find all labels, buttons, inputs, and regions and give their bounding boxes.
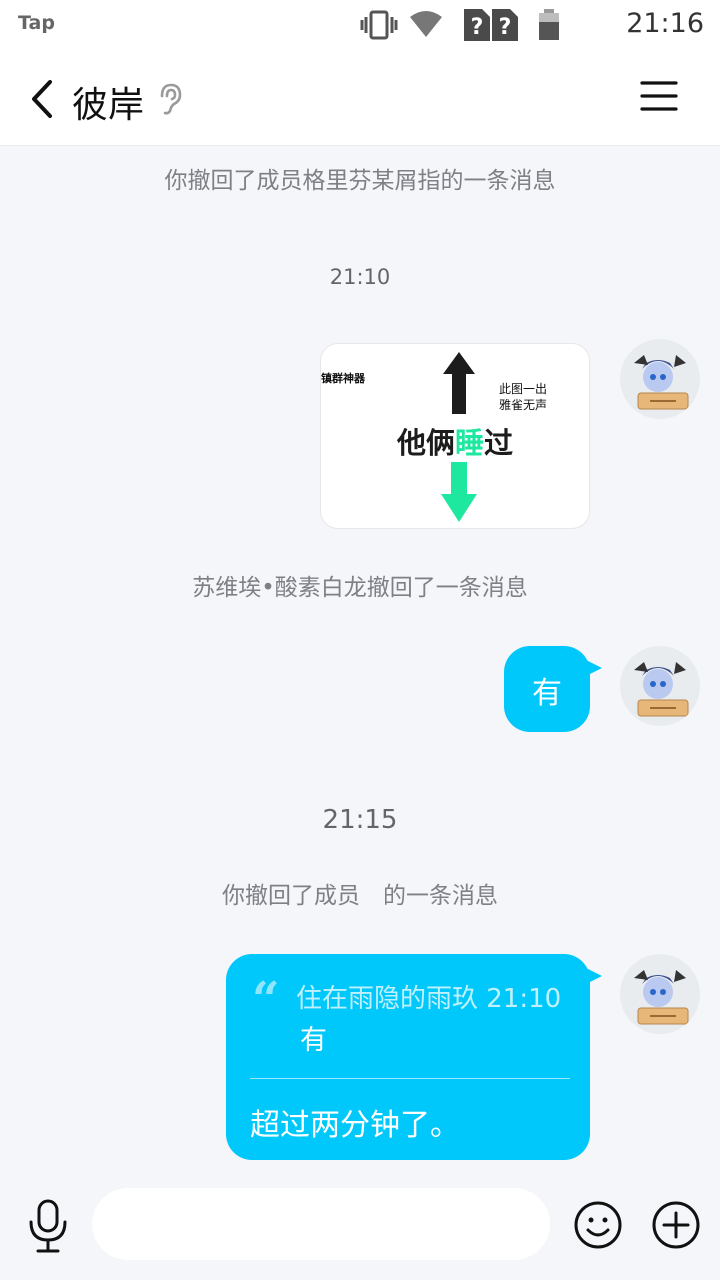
meme-center-a: 他俩: [397, 426, 456, 460]
status-bar: Tap ? ? 21:16: [0, 0, 720, 50]
bubble-tail: [586, 968, 602, 984]
system-notice: 苏维埃•酸素白龙撤回了一条消息: [192, 575, 528, 601]
meme-text-top-left: 镇群神器: [321, 372, 365, 385]
plus-icon[interactable]: [651, 1200, 701, 1250]
emoji-icon[interactable]: [573, 1200, 623, 1250]
message-input[interactable]: [92, 1188, 550, 1260]
svg-text:?: ?: [499, 15, 512, 40]
message-bubble[interactable]: 有: [504, 646, 602, 732]
system-notice: 你撤回了成员 的一条消息: [222, 883, 498, 909]
status-app-label: Tap: [18, 12, 55, 34]
sim-unknown-icon: ?: [464, 9, 490, 41]
timestamp: 21:10: [329, 265, 391, 289]
hamburger-menu-icon[interactable]: [640, 78, 678, 114]
ear-icon[interactable]: [156, 82, 184, 116]
sim-unknown-icon: ?: [492, 9, 518, 41]
vibrate-icon: [360, 10, 398, 40]
meme-center-b: 睡: [455, 426, 485, 460]
reply-message-bubble[interactable]: “ 住在雨隐的雨玖 21:10 有 超过两分钟了。: [226, 954, 602, 1160]
image-message[interactable]: 镇群神器 此图一出 雅雀无声 他俩睡过: [320, 343, 590, 529]
reply-text: 超过两分钟了。: [250, 1108, 460, 1143]
status-time: 21:16: [626, 8, 704, 39]
system-notice: 你撤回了成员格里芬某屑指的一条消息: [164, 168, 556, 194]
timestamp: 21:15: [322, 805, 398, 835]
avatar[interactable]: [620, 339, 700, 419]
chat-title[interactable]: 彼岸: [72, 76, 144, 128]
chat-header: 彼岸: [0, 50, 720, 146]
avatar[interactable]: [620, 954, 700, 1034]
meme-text-top-right-2: 雅雀无声: [499, 398, 548, 412]
quoted-text[interactable]: 有: [300, 1018, 327, 1057]
arrow-up-icon: [443, 352, 475, 414]
meme-center-c: 过: [484, 426, 514, 460]
meme-center-text: 他俩睡过: [397, 420, 513, 462]
quoted-author-time[interactable]: 住在雨隐的雨玖 21:10: [296, 978, 561, 1015]
arrow-down-icon: [441, 462, 477, 522]
input-bar: [0, 1172, 720, 1280]
meme-text-top-right-1: 此图一出: [499, 382, 548, 396]
svg-text:?: ?: [471, 15, 484, 40]
microphone-icon[interactable]: [26, 1198, 70, 1254]
back-button[interactable]: [26, 78, 62, 120]
quote-divider: [250, 1078, 570, 1079]
avatar[interactable]: [620, 646, 700, 726]
chat-area[interactable]: 你撤回了成员格里芬某屑指的一条消息 21:10 镇群神器 此图一出 雅雀无声 他…: [0, 147, 720, 1172]
battery-icon: [539, 9, 559, 40]
message-text: 有: [532, 676, 562, 711]
quote-mark-icon: “: [252, 972, 280, 1028]
wifi-icon: [410, 11, 442, 37]
